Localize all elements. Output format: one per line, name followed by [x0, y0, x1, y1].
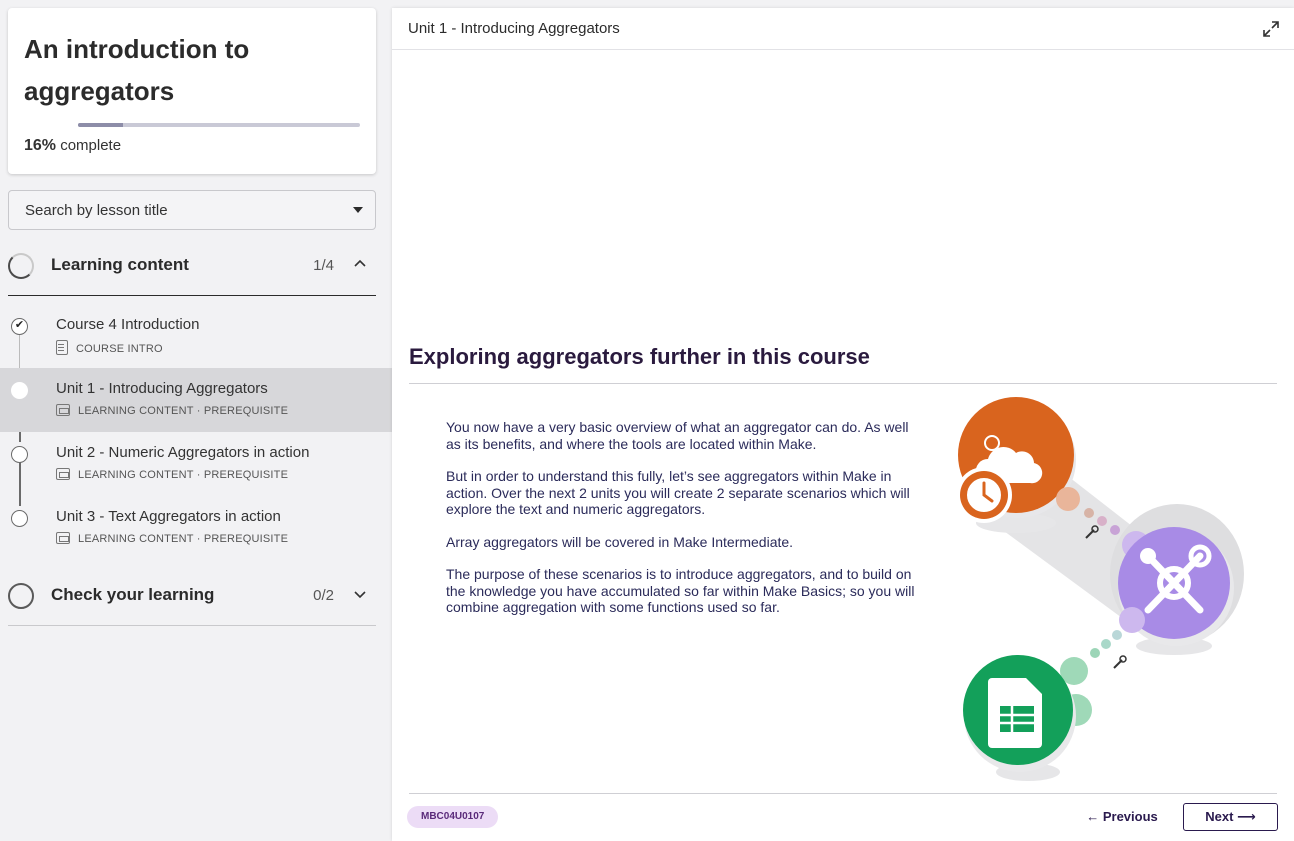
aggregator-illustration: [956, 397, 1244, 781]
presentation-icon: [56, 532, 70, 544]
section-title: Check your learning: [51, 585, 215, 604]
sheets-icon: [963, 655, 1076, 781]
lesson-body: You now have a very basic overview of wh…: [446, 419, 916, 632]
heading-divider: [409, 383, 1277, 384]
presentation-icon: [56, 468, 70, 480]
section-header-check-your-learning[interactable]: Check your learning 0/2: [8, 567, 376, 627]
body-paragraph: Array aggregators will be covered in Mak…: [446, 533, 794, 550]
lesson-item-unit-3[interactable]: Unit 3 - Text Aggregators in action LEAR…: [0, 496, 392, 560]
lesson-item-unit-1[interactable]: Unit 1 - Introducing Aggregators LEARNIN…: [0, 368, 392, 432]
lesson-meta-text: COURSE INTRO: [76, 343, 163, 355]
caret-down-icon: [353, 207, 363, 213]
lesson-meta: LEARNING CONTENT · PREREQUISITE: [56, 532, 288, 545]
footer-divider: [409, 793, 1277, 794]
document-icon: [56, 340, 68, 355]
section-count: 1/4: [313, 257, 334, 274]
lesson-panel: Unit 1 - Introducing Aggregators Explori…: [392, 8, 1294, 841]
section-title: Learning content: [51, 255, 189, 274]
section-divider: [8, 625, 376, 626]
lesson-status-dot: ✔: [11, 318, 28, 335]
lesson-item-course-4-introduction[interactable]: ✔ Course 4 Introduction COURSE INTRO: [0, 304, 392, 368]
lesson-meta-text: LEARNING CONTENT · PREREQUISITE: [78, 469, 289, 481]
body-paragraph: The purpose of these scenarios is to int…: [446, 566, 915, 615]
lesson-title: Unit 1 - Introducing Aggregators: [56, 380, 268, 397]
course-sidebar: An introduction to aggregators 16% compl…: [0, 0, 392, 841]
expand-icon[interactable]: [1262, 20, 1280, 38]
progress-bar: [78, 123, 360, 127]
course-title: An introduction to aggregators: [24, 34, 250, 106]
section-progress-ring-icon: [8, 253, 34, 279]
checkmark-icon: ✔: [14, 319, 25, 331]
section-divider: [8, 295, 376, 296]
chevron-up-icon[interactable]: [352, 257, 368, 273]
lesson-status-dot: [11, 382, 28, 399]
lesson-code-badge: MBC04U0107: [407, 806, 499, 828]
lesson-meta: LEARNING CONTENT · PREREQUISITE: [56, 468, 288, 481]
body-paragraph: But in order to understand this fully, l…: [446, 468, 910, 517]
lesson-search-label: Search by lesson title: [25, 202, 168, 219]
section-progress-ring-icon: [8, 583, 34, 609]
lesson-heading: Exploring aggregators further in this co…: [409, 344, 870, 369]
lesson-meta-text: LEARNING CONTENT · PREREQUISITE: [78, 405, 289, 417]
progress-percent: 16%: [24, 137, 57, 154]
lesson-title: Course 4 Introduction: [56, 316, 200, 333]
body-paragraph: You now have a very basic overview of wh…: [446, 419, 909, 452]
section-count: 0/2: [313, 587, 334, 604]
progress-suffix: complete: [60, 137, 122, 154]
course-card: An introduction to aggregators 16% compl…: [8, 8, 376, 174]
lesson-title: Unit 2 - Numeric Aggregators in action: [56, 444, 310, 461]
progress-bar-fill: [78, 123, 124, 127]
lesson-status-dot: [11, 446, 28, 463]
progress-text: 16% complete: [24, 137, 121, 155]
lesson-meta: LEARNING CONTENT · PREREQUISITE: [56, 404, 288, 417]
previous-button[interactable]: ← Previous: [1082, 804, 1162, 830]
lesson-title: Unit 3 - Text Aggregators in action: [56, 508, 281, 525]
next-button[interactable]: Next ⟶: [1183, 803, 1278, 831]
lesson-meta: COURSE INTRO: [56, 340, 163, 355]
lesson-status-dot: [11, 510, 28, 527]
section-header-learning-content[interactable]: Learning content 1/4: [8, 237, 376, 297]
presentation-icon: [56, 404, 70, 416]
lesson-meta-text: LEARNING CONTENT · PREREQUISITE: [78, 533, 289, 545]
lesson-header-title: Unit 1 - Introducing Aggregators: [408, 20, 620, 37]
lesson-search-select[interactable]: Search by lesson title: [8, 190, 376, 230]
chevron-down-icon[interactable]: [352, 587, 368, 603]
lesson-header: Unit 1 - Introducing Aggregators: [392, 8, 1294, 50]
lesson-item-unit-2[interactable]: Unit 2 - Numeric Aggregators in action L…: [0, 432, 392, 496]
